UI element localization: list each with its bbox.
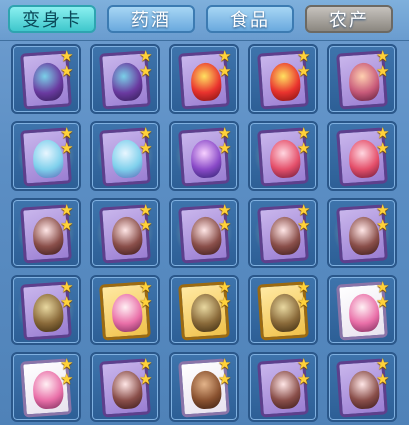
star-icon: ★ bbox=[60, 370, 74, 388]
star-rating: ★ ★ bbox=[139, 126, 155, 156]
star-icon: ★ bbox=[218, 62, 232, 80]
item-slot[interactable]: ★ ★ bbox=[11, 275, 81, 345]
star-icon: ★ bbox=[218, 293, 232, 311]
item-slot[interactable]: ★ ★ bbox=[169, 44, 239, 114]
star-icon: ★ bbox=[297, 216, 311, 234]
star-rating: ★ ★ bbox=[60, 203, 76, 233]
item-slot[interactable]: ★ ★ bbox=[90, 44, 160, 114]
star-icon: ★ bbox=[218, 216, 232, 234]
star-rating: ★ ★ bbox=[376, 357, 392, 387]
item-slot[interactable]: ★ ★ bbox=[169, 352, 239, 422]
tab-food[interactable]: 食品 bbox=[206, 5, 294, 33]
star-rating: ★ ★ bbox=[60, 126, 76, 156]
inventory-panel: 变身卡 药酒 食品 农产 ★ ★ ★ ★ ★ ★ ★ ★ ★ ★ ★ ★ ★ ★ ★ ★ ★ ★ ★ ★ ★ ★ ★ ★ ★ ★ ★… bbox=[0, 0, 409, 425]
item-slot[interactable]: ★ ★ bbox=[327, 198, 397, 268]
item-slot[interactable]: ★ ★ bbox=[248, 198, 318, 268]
star-icon: ★ bbox=[297, 370, 311, 388]
star-icon: ★ bbox=[60, 139, 74, 157]
item-slot[interactable]: ★ ★ bbox=[248, 44, 318, 114]
star-rating: ★ ★ bbox=[60, 357, 76, 387]
item-slot[interactable]: ★ ★ bbox=[90, 198, 160, 268]
star-icon: ★ bbox=[139, 216, 153, 234]
item-slot[interactable]: ★ ★ bbox=[248, 121, 318, 191]
star-icon: ★ bbox=[376, 62, 390, 80]
item-slot[interactable]: ★ ★ bbox=[11, 198, 81, 268]
star-rating: ★ ★ bbox=[139, 357, 155, 387]
star-rating: ★ ★ bbox=[139, 280, 155, 310]
item-slot[interactable]: ★ ★ bbox=[327, 121, 397, 191]
star-icon: ★ bbox=[376, 216, 390, 234]
star-rating: ★ ★ bbox=[297, 126, 313, 156]
tab-transform-card[interactable]: 变身卡 bbox=[8, 5, 96, 33]
star-rating: ★ ★ bbox=[376, 280, 392, 310]
item-slot[interactable]: ★ ★ bbox=[169, 275, 239, 345]
star-rating: ★ ★ bbox=[297, 203, 313, 233]
star-icon: ★ bbox=[376, 139, 390, 157]
star-rating: ★ ★ bbox=[218, 49, 234, 79]
item-slot[interactable]: ★ ★ bbox=[90, 121, 160, 191]
item-slot[interactable]: ★ ★ bbox=[327, 275, 397, 345]
star-rating: ★ ★ bbox=[60, 49, 76, 79]
star-icon: ★ bbox=[218, 139, 232, 157]
star-rating: ★ ★ bbox=[60, 280, 76, 310]
star-icon: ★ bbox=[297, 293, 311, 311]
star-rating: ★ ★ bbox=[218, 203, 234, 233]
item-slot[interactable]: ★ ★ bbox=[327, 352, 397, 422]
star-icon: ★ bbox=[139, 62, 153, 80]
star-rating: ★ ★ bbox=[218, 280, 234, 310]
item-grid: ★ ★ ★ ★ ★ ★ ★ ★ ★ ★ ★ ★ ★ ★ ★ ★ ★ ★ ★ ★ ★ ★ ★ ★ ★ ★ ★ ★ ★ ★ ★ ★ ★ ★ ★ ★ ★ ★ ★ ★… bbox=[8, 40, 403, 425]
item-slot[interactable]: ★ ★ bbox=[169, 198, 239, 268]
item-slot[interactable]: ★ ★ bbox=[248, 352, 318, 422]
star-icon: ★ bbox=[139, 370, 153, 388]
item-slot[interactable]: ★ ★ bbox=[90, 275, 160, 345]
item-slot[interactable]: ★ ★ bbox=[169, 121, 239, 191]
item-slot[interactable]: ★ ★ bbox=[327, 44, 397, 114]
star-icon: ★ bbox=[60, 62, 74, 80]
star-rating: ★ ★ bbox=[139, 203, 155, 233]
star-rating: ★ ★ bbox=[297, 280, 313, 310]
star-icon: ★ bbox=[60, 216, 74, 234]
star-rating: ★ ★ bbox=[139, 49, 155, 79]
star-icon: ★ bbox=[139, 293, 153, 311]
star-icon: ★ bbox=[218, 370, 232, 388]
tab-medicine-wine[interactable]: 药酒 bbox=[107, 5, 195, 33]
item-slot[interactable]: ★ ★ bbox=[90, 352, 160, 422]
star-icon: ★ bbox=[297, 62, 311, 80]
star-rating: ★ ★ bbox=[376, 49, 392, 79]
star-icon: ★ bbox=[60, 293, 74, 311]
star-icon: ★ bbox=[376, 370, 390, 388]
item-slot[interactable]: ★ ★ bbox=[11, 352, 81, 422]
star-icon: ★ bbox=[297, 139, 311, 157]
star-icon: ★ bbox=[139, 139, 153, 157]
tab-farm-produce[interactable]: 农产 bbox=[305, 5, 393, 33]
star-rating: ★ ★ bbox=[218, 126, 234, 156]
star-rating: ★ ★ bbox=[376, 203, 392, 233]
star-rating: ★ ★ bbox=[297, 357, 313, 387]
category-tab-bar: 变身卡 药酒 食品 农产 bbox=[0, 0, 409, 41]
item-slot[interactable]: ★ ★ bbox=[11, 121, 81, 191]
item-slot[interactable]: ★ ★ bbox=[11, 44, 81, 114]
star-icon: ★ bbox=[376, 293, 390, 311]
star-rating: ★ ★ bbox=[376, 126, 392, 156]
star-rating: ★ ★ bbox=[297, 49, 313, 79]
item-slot[interactable]: ★ ★ bbox=[248, 275, 318, 345]
star-rating: ★ ★ bbox=[218, 357, 234, 387]
